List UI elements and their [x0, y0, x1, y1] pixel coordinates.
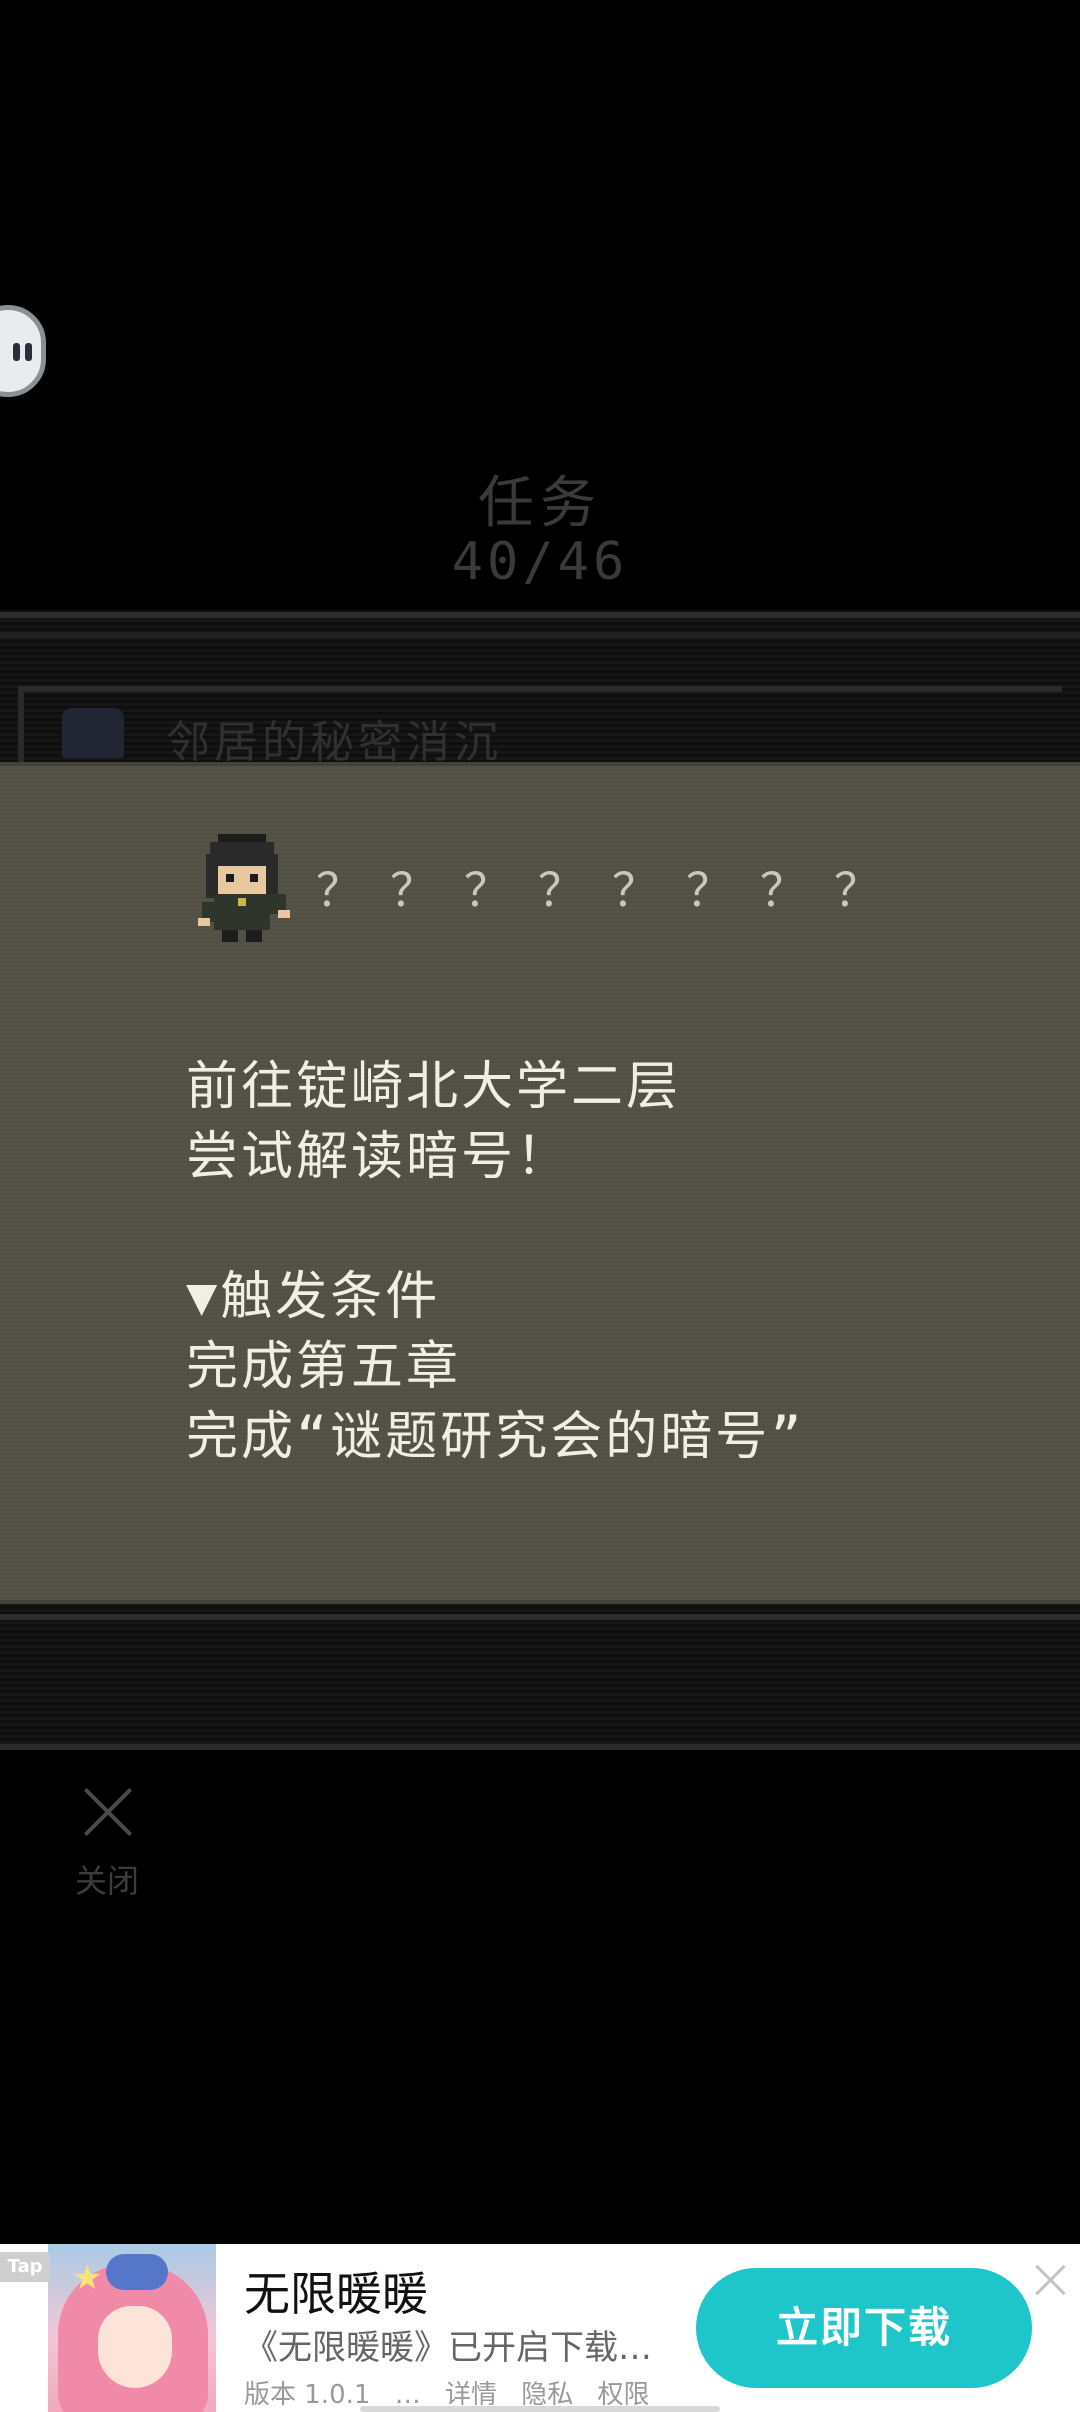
list-divider: [0, 612, 1080, 618]
list-divider: [0, 632, 1080, 638]
game-screen: 任务 40/46 邻居的秘密消沉 ？？？？？？？？ 前往锭崎北大学二层 尝试解读…: [0, 0, 1080, 2412]
star-icon: ★: [72, 2258, 103, 2298]
ad-source-tag: Tap: [0, 2252, 50, 2282]
trigger-condition-heading: ▼触发条件: [186, 1267, 441, 1327]
task-character-icon: [62, 708, 124, 758]
description-line: 前往锭崎北大学二层: [186, 1057, 682, 1117]
list-divider: [0, 1614, 1080, 1620]
ad-version: 版本 1.0.1: [244, 2380, 371, 2410]
task-count: 40/46: [451, 532, 629, 592]
ad-game-artwork[interactable]: ★: [48, 2244, 216, 2412]
list-divider: [0, 1744, 1080, 1750]
task-list-item-title: 邻居的秘密消沉: [166, 717, 502, 768]
character-sprite-icon: [198, 834, 290, 942]
ad-title: 无限暖暖: [244, 2267, 428, 2321]
task-detail-dialog: ？？？？？？？？ 前往锭崎北大学二层 尝试解读暗号！ ▼触发条件 完成第五章 完…: [0, 762, 1080, 1604]
task-description: 前往锭崎北大学二层 尝试解读暗号！ ▼触发条件 完成第五章 完成“谜题研究会的暗…: [186, 1052, 805, 1472]
task-title: 任务: [478, 471, 602, 536]
artwork-face: [98, 2306, 172, 2388]
download-now-button[interactable]: 立即下载: [696, 2268, 1032, 2388]
hidden-task-name: ？？？？？？？？: [316, 863, 908, 917]
ad-scroll-indicator: [360, 2406, 720, 2412]
trigger-condition-line: 完成第五章: [186, 1337, 462, 1397]
assistant-eye-icon: [25, 343, 32, 361]
ad-banner[interactable]: ★ Tap 无限暖暖 《无限暖暖》已开启下载… 版本 1.0.1 … 详情 隐私…: [0, 2244, 1080, 2412]
ad-subtitle: 《无限暖暖》已开启下载…: [244, 2328, 652, 2368]
close-label: 关闭: [74, 1862, 139, 1900]
trigger-condition-line: 完成“谜题研究会的暗号”: [186, 1407, 805, 1467]
assistant-eye-icon: [13, 343, 20, 361]
floating-assistant-button[interactable]: [0, 305, 46, 397]
ad-close-icon[interactable]: [1034, 2264, 1066, 2296]
task-list-item[interactable]: 邻居的秘密消沉: [18, 686, 1062, 768]
close-button[interactable]: 关闭: [60, 1786, 154, 1906]
artwork-bow: [106, 2254, 168, 2290]
close-icon: [82, 1786, 134, 1838]
description-line: 尝试解读暗号！: [186, 1127, 572, 1187]
